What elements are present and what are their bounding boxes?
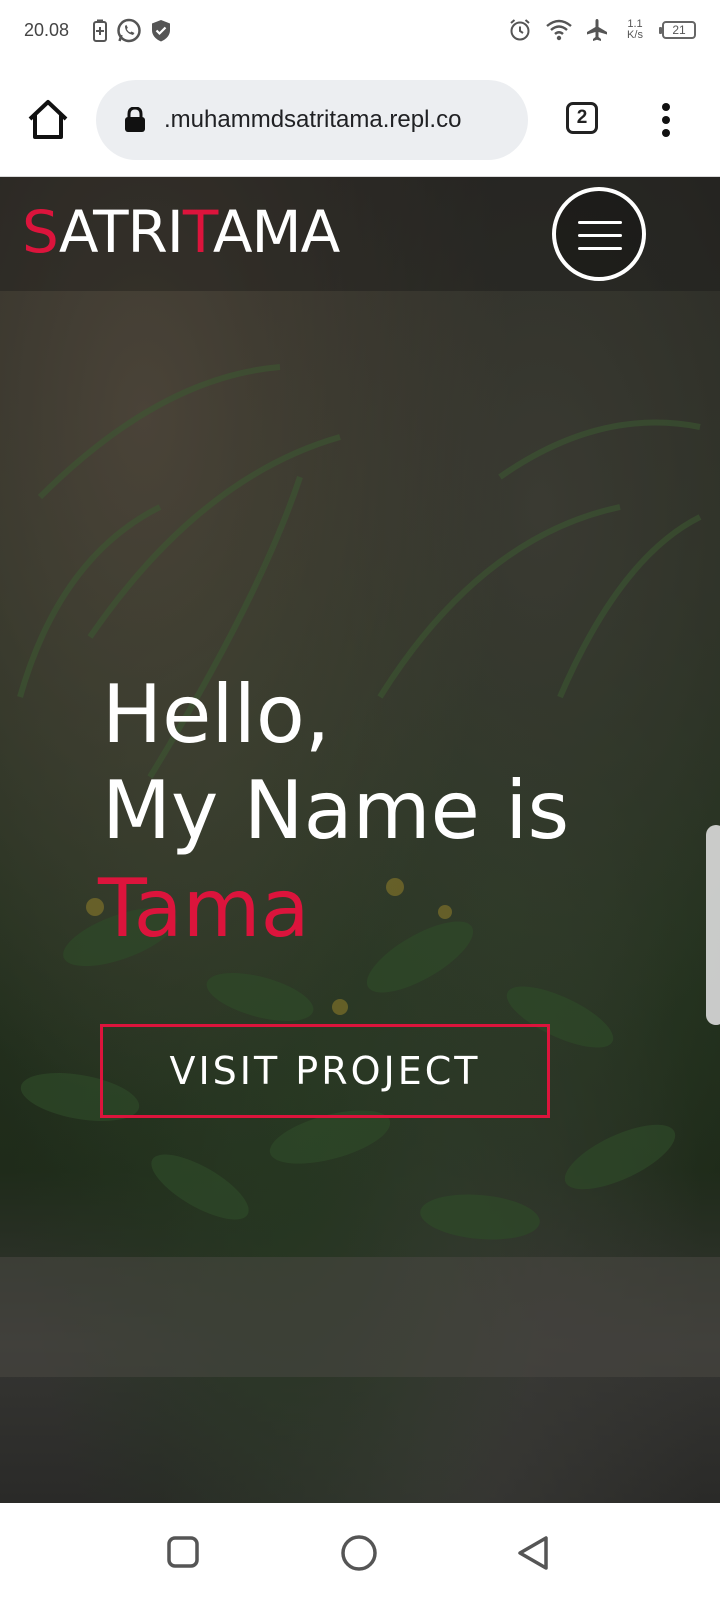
battery-indicator: 21 xyxy=(659,21,696,39)
net-speed: 1.1 K/s xyxy=(622,19,648,41)
airplane-icon xyxy=(587,19,607,41)
logo-letter-t: T xyxy=(182,198,214,266)
net-speed-unit: K/s xyxy=(627,29,643,41)
battery-saver-icon xyxy=(93,19,107,42)
logo-part-ama: AMA xyxy=(212,198,340,266)
site-logo[interactable]: SATRITAMA xyxy=(22,198,340,266)
status-time: 20.08 xyxy=(24,20,70,40)
edge-panel-handle[interactable] xyxy=(706,825,720,1025)
hero-line-1: Hello, xyxy=(102,668,331,761)
url-bar[interactable]: .muhammdsatritama.repl.co xyxy=(96,80,528,160)
system-navigation-bar xyxy=(0,1503,720,1600)
back-triangle-icon[interactable] xyxy=(516,1534,550,1572)
browser-toolbar: .muhammdsatritama.repl.co 2 xyxy=(0,64,720,177)
tab-switcher-button[interactable]: 2 xyxy=(566,102,598,134)
shield-icon xyxy=(152,20,170,42)
alarm-icon xyxy=(510,19,530,41)
status-right-icons: 1.1 K/s 21 xyxy=(508,18,696,42)
hamburger-line xyxy=(578,247,622,250)
logo-letter-s: S xyxy=(22,198,60,266)
hamburger-line xyxy=(578,221,622,224)
hamburger-line xyxy=(578,234,622,237)
url-text[interactable]: .muhammdsatritama.repl.co xyxy=(164,106,514,134)
battery-level: 21 xyxy=(672,23,686,37)
hero-line-2: My Name is xyxy=(102,764,570,857)
site-navbar: SATRITAMA xyxy=(0,177,720,291)
tab-count: 2 xyxy=(576,107,588,128)
more-options-icon[interactable] xyxy=(650,102,682,138)
home-circle-icon[interactable] xyxy=(340,1534,378,1572)
recents-square-icon[interactable] xyxy=(166,1535,200,1569)
wifi-icon xyxy=(546,19,572,41)
whatsapp-icon xyxy=(117,18,141,43)
status-bar: 20.08 1.1 K/s 21 xyxy=(0,0,720,64)
hero-heading: Hello, My Name is Tama xyxy=(98,667,570,959)
hero-name: Tama xyxy=(98,862,310,955)
lock-icon xyxy=(125,107,145,132)
hamburger-menu-button[interactable] xyxy=(552,187,646,281)
web-page: SATRITAMA Hello, My Name is Tama VISIT P… xyxy=(0,177,720,1503)
logo-part-atri: ATRI xyxy=(58,198,184,266)
home-icon[interactable] xyxy=(26,98,70,142)
visit-project-button[interactable]: VISIT PROJECT xyxy=(100,1024,550,1118)
status-left-icons xyxy=(92,18,172,44)
